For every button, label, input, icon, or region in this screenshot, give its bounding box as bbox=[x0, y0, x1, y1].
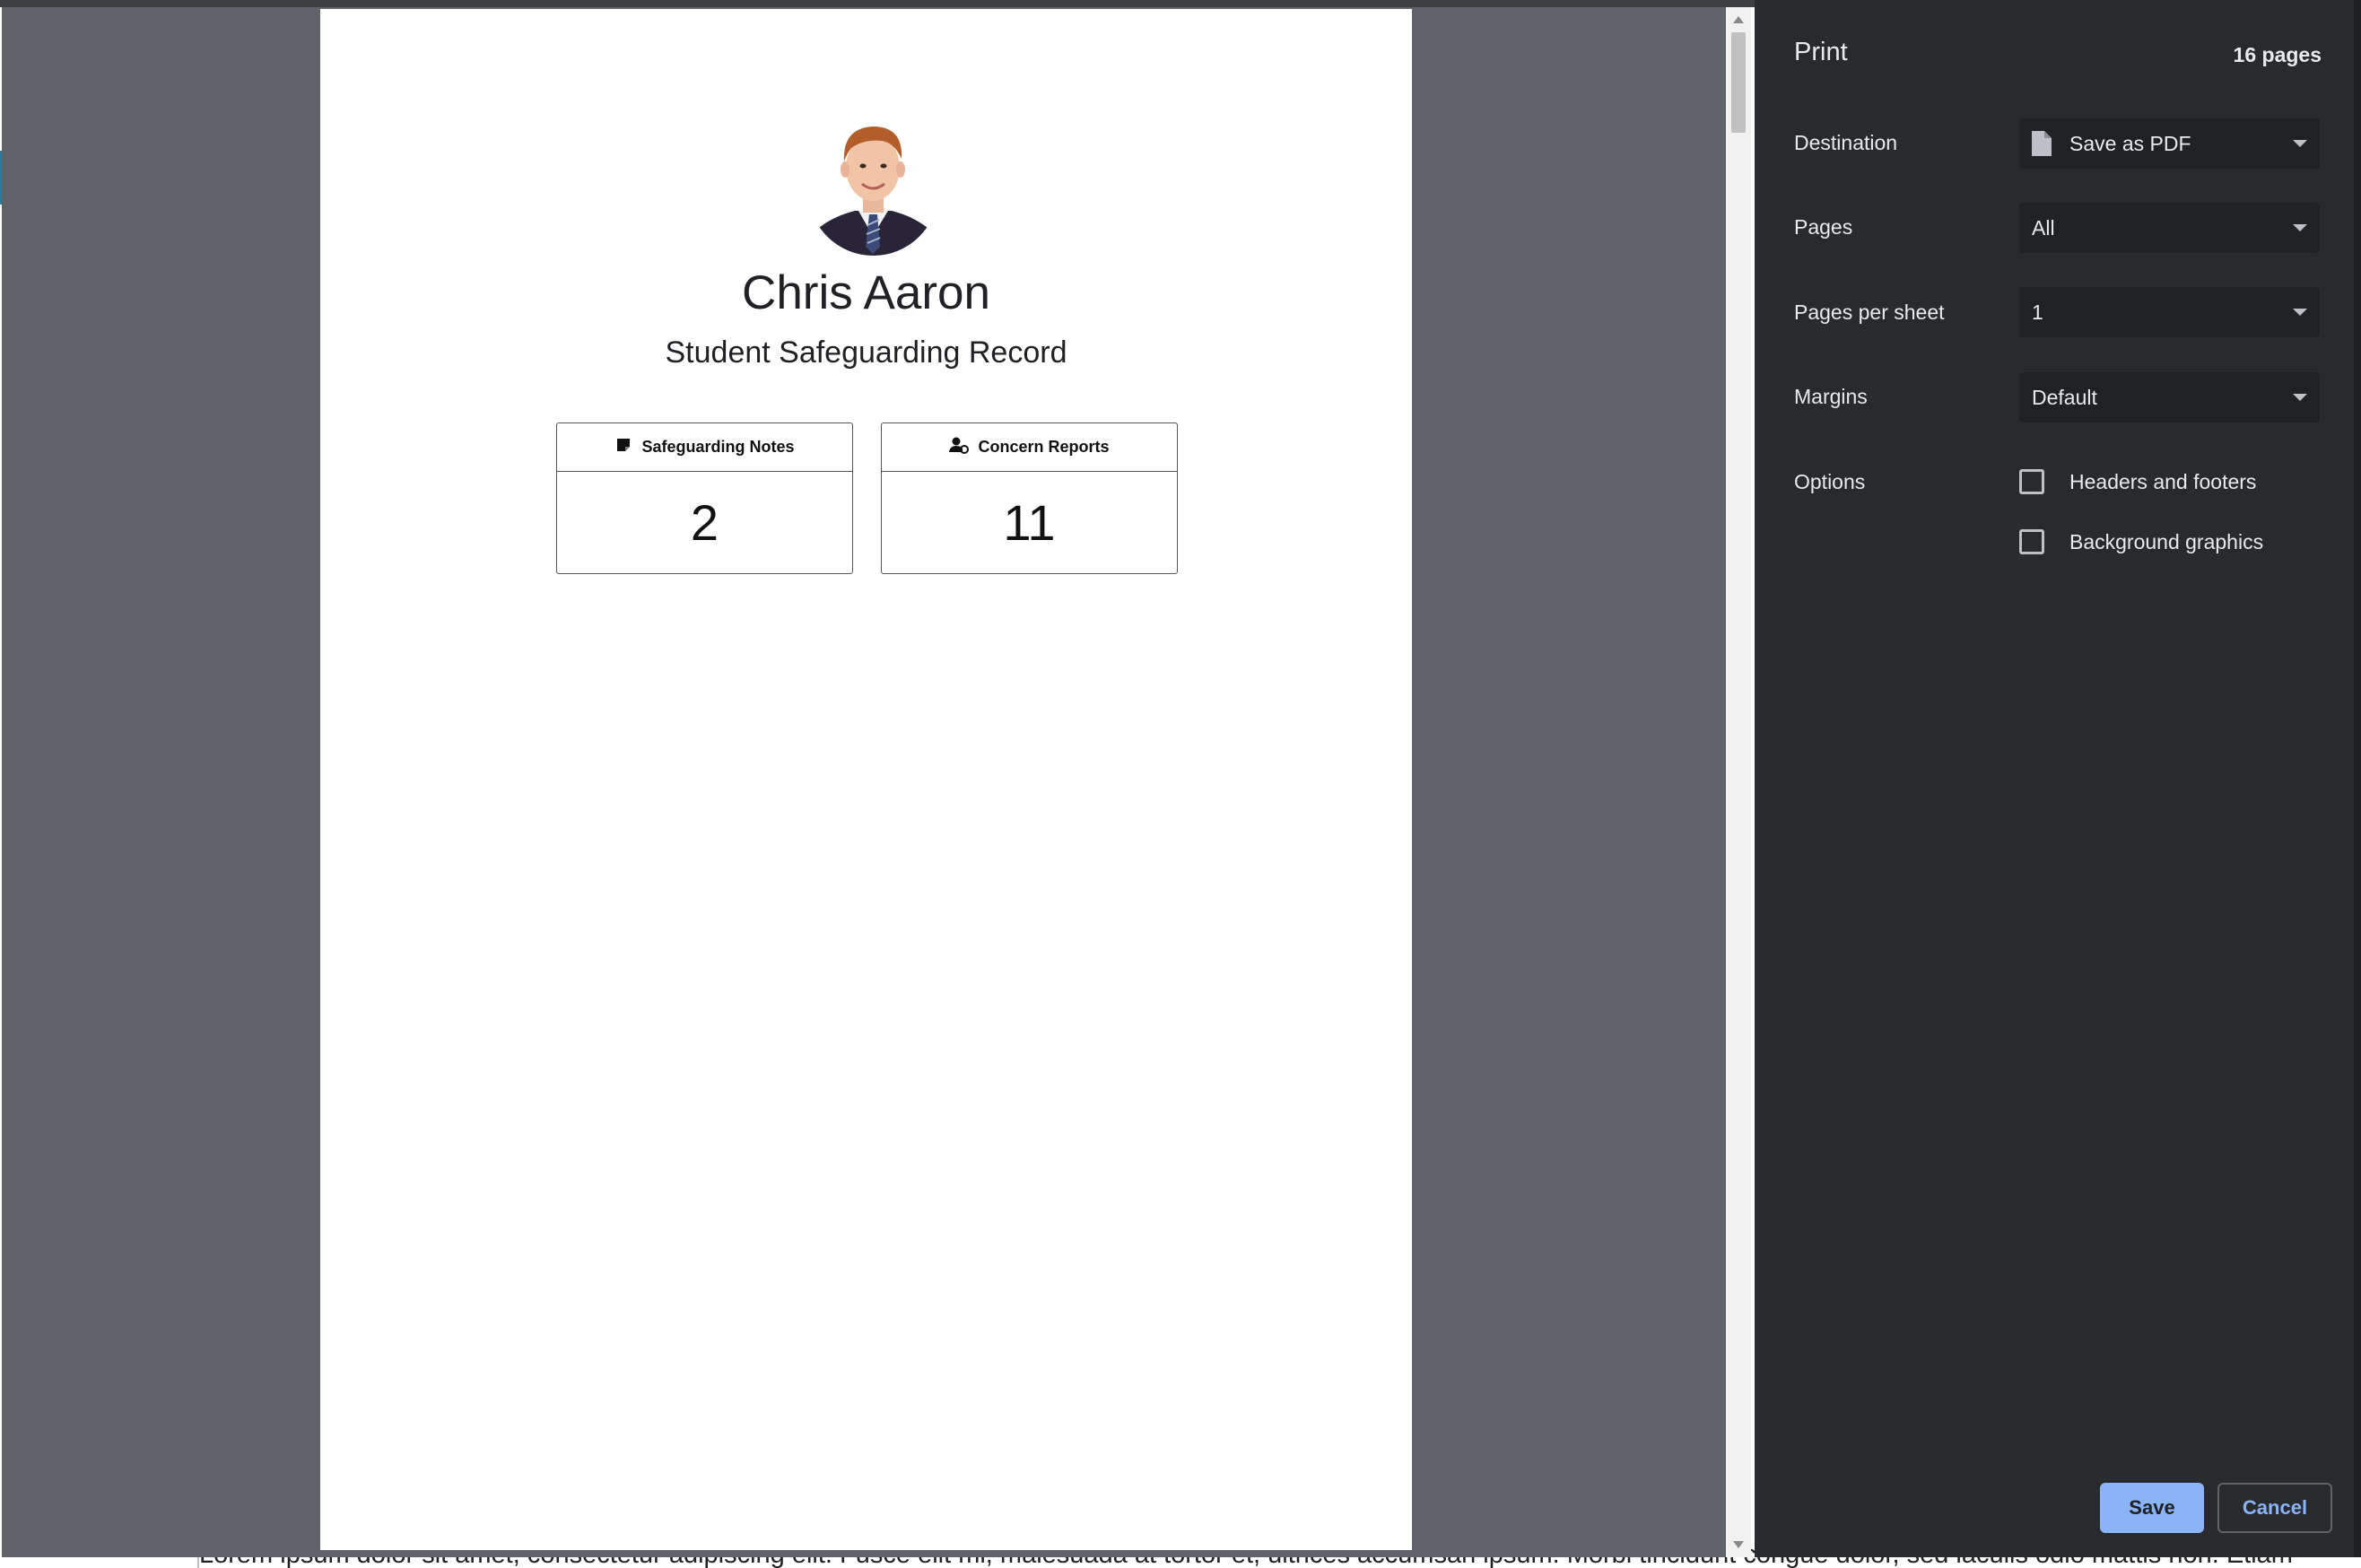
scroll-thumb[interactable] bbox=[1731, 32, 1746, 133]
page-count: 16 pages bbox=[2233, 43, 2322, 66]
pages-per-sheet-select[interactable]: 1 bbox=[2019, 287, 2320, 337]
chevron-down-icon bbox=[2293, 224, 2307, 231]
background-graphics-label: Background graphics bbox=[2069, 529, 2264, 553]
card-label: Concern Reports bbox=[978, 438, 1110, 456]
pages-select[interactable]: All bbox=[2019, 203, 2320, 253]
destination-select[interactable]: Save as PDF bbox=[2019, 118, 2320, 169]
card-value: 11 bbox=[1003, 494, 1056, 551]
card-label: Safeguarding Notes bbox=[641, 438, 795, 456]
background-graphics-checkbox[interactable] bbox=[2019, 529, 2044, 554]
scroll-down-arrow-icon[interactable] bbox=[1733, 1541, 1744, 1548]
scroll-up-arrow-icon[interactable] bbox=[1733, 16, 1744, 23]
margins-label: Margins bbox=[1794, 385, 1868, 408]
safeguarding-notes-card: Safeguarding Notes 2 bbox=[556, 422, 853, 574]
margins-value: Default bbox=[2032, 385, 2097, 409]
destination-value: Save as PDF bbox=[2069, 131, 2191, 155]
document-icon bbox=[2032, 131, 2052, 156]
print-settings-panel: Print 16 pages Destination Save as PDF P… bbox=[1755, 0, 2361, 1557]
background-graphics-option[interactable]: Background graphics bbox=[2019, 529, 2263, 554]
note-icon bbox=[614, 436, 632, 458]
cancel-button[interactable]: Cancel bbox=[2217, 1483, 2332, 1533]
print-preview-area[interactable]: Chris Aaron Student Safeguarding Record … bbox=[2, 7, 1729, 1557]
card-header: Concern Reports bbox=[882, 423, 1177, 472]
card-header: Safeguarding Notes bbox=[557, 423, 852, 472]
save-button[interactable]: Save bbox=[2100, 1483, 2204, 1533]
destination-label: Destination bbox=[1794, 131, 1898, 154]
margins-select[interactable]: Default bbox=[2019, 372, 2320, 422]
concern-reports-card: Concern Reports 11 bbox=[881, 422, 1178, 574]
student-photo bbox=[808, 112, 938, 256]
preview-sheet: Chris Aaron Student Safeguarding Record … bbox=[320, 9, 1412, 1550]
pages-value: All bbox=[2032, 215, 2055, 240]
student-name: Chris Aaron bbox=[742, 266, 990, 319]
pages-per-sheet-label: Pages per sheet bbox=[1794, 301, 1945, 324]
window-right-edge bbox=[2354, 0, 2361, 1557]
chevron-down-icon bbox=[2293, 394, 2307, 401]
chevron-down-icon bbox=[2293, 140, 2307, 147]
headers-footers-label: Headers and footers bbox=[2069, 469, 2257, 493]
user-concern-icon bbox=[949, 436, 970, 458]
pages-per-sheet-value: 1 bbox=[2032, 300, 2043, 324]
print-title: Print bbox=[1794, 38, 1848, 66]
headers-footers-checkbox[interactable] bbox=[2019, 469, 2044, 494]
preview-scrollbar[interactable] bbox=[1726, 7, 1751, 1557]
card-value: 2 bbox=[690, 494, 719, 551]
headers-footers-option[interactable]: Headers and footers bbox=[2019, 469, 2256, 494]
options-label: Options bbox=[1794, 470, 1866, 493]
chevron-down-icon bbox=[2293, 309, 2307, 316]
pages-label: Pages bbox=[1794, 215, 1853, 239]
record-subtitle: Student Safeguarding Record bbox=[665, 335, 1067, 370]
